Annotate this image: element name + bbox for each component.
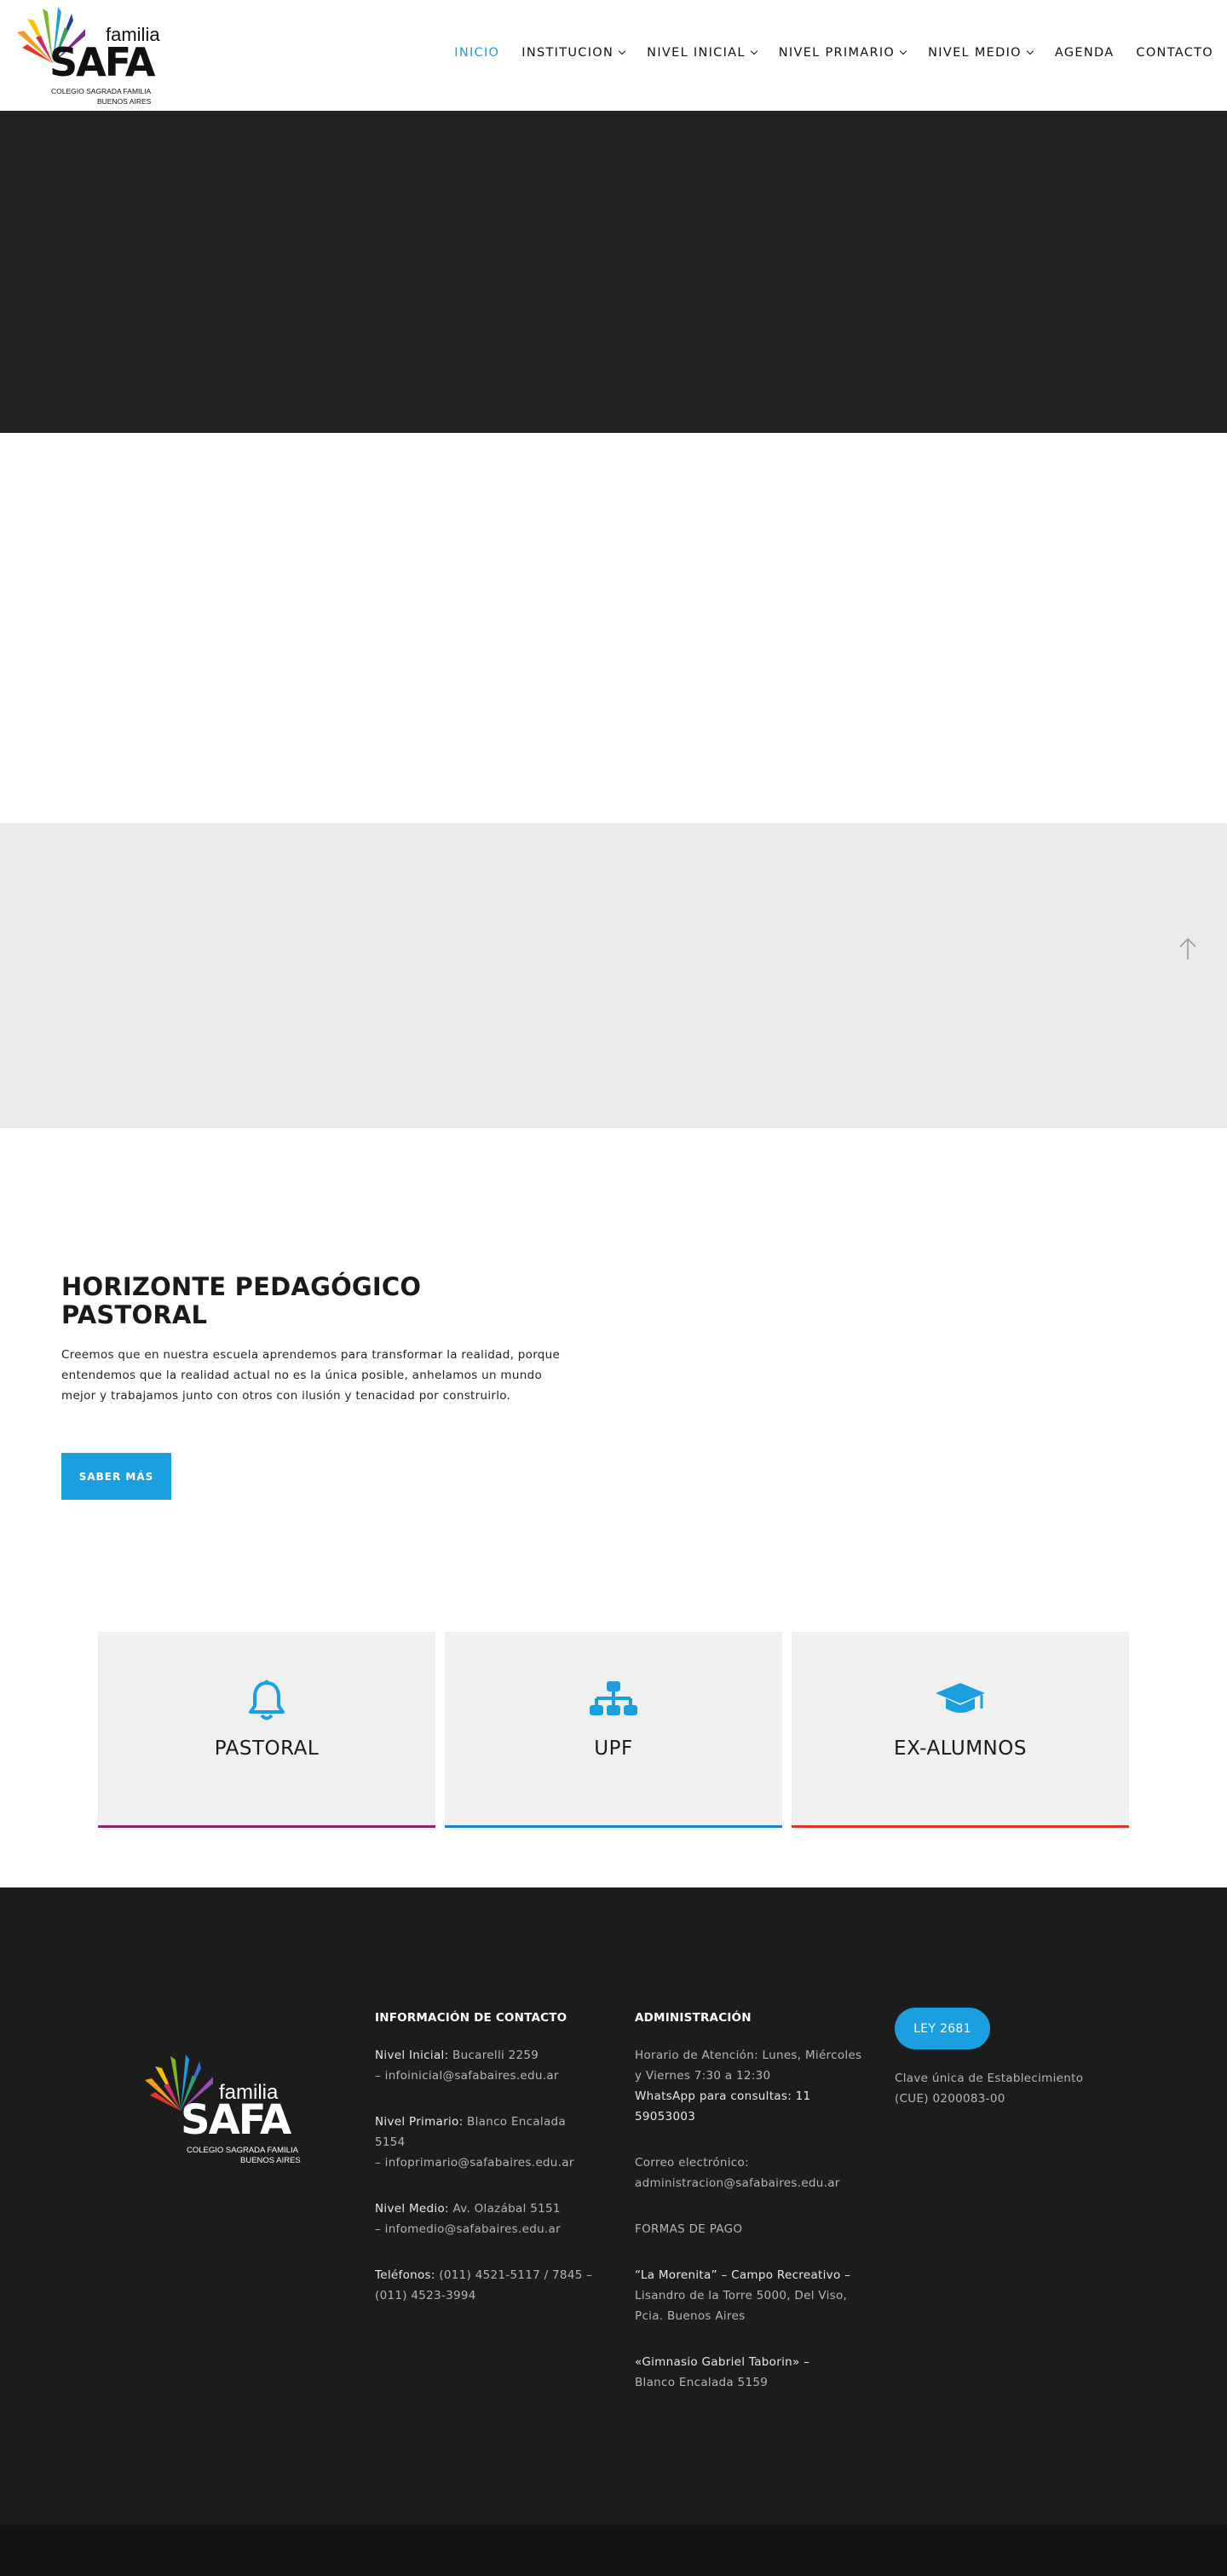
nav-label: INSTITUCION (521, 46, 614, 60)
correo-label: Correo electrónico: (635, 2156, 749, 2170)
email-link[interactable]: – infoinicial@safabaires.edu.ar (375, 2069, 559, 2083)
feature-cards: PASTORAL UPF EX-ALUMNOS (98, 1632, 1129, 1828)
place-name: «Gimnasio Gabriel Taborin» – (635, 2355, 810, 2369)
contact-nivel-primario: Nivel Primario: Blanco Encalada 5154 – i… (375, 2112, 596, 2173)
footer-ley-column: LEY 2681 Clave única de Establecimiento … (895, 2008, 1116, 2135)
label: Nivel Medio: (375, 2202, 449, 2216)
footer-bottom-bar (0, 2525, 1227, 2576)
email-link[interactable]: – infomedio@safabaires.edu.ar (375, 2222, 561, 2236)
nav-item-nivel-inicial[interactable]: NIVEL INICIAL (647, 46, 758, 60)
logo-subtitle: COLEGIO SAGRADA FAMILIA (51, 87, 152, 95)
formas-de-pago: FORMAS DE PAGO (635, 2222, 743, 2236)
admin-horario: Horario de Atención: Lunes, Miércoles y … (635, 2045, 865, 2127)
email-link[interactable]: administracion@safabaires.edu.ar (635, 2176, 840, 2190)
chevron-down-icon (899, 47, 907, 55)
card-label: PASTORAL (214, 1738, 320, 1760)
logo-subtitle: COLEGIO SAGRADA FAMILIA (187, 2146, 298, 2155)
logo-city: BUENOS AIRES (97, 97, 152, 106)
footer-admin-heading: ADMINISTRACIÓN (635, 2011, 752, 2025)
whatsapp-text: WhatsApp para consultas: 11 59053003 (635, 2089, 811, 2124)
nav-label: AGENDA (1054, 46, 1115, 60)
main-nav: INICIO INSTITUCION NIVEL INICIAL NIVEL P… (432, 46, 1213, 60)
admin-correo: Correo electrónico: administracion@safab… (635, 2152, 865, 2193)
place-address: Blanco Encalada 5159 (635, 2376, 769, 2389)
nav-item-nivel-medio[interactable]: NIVEL MEDIO (928, 46, 1034, 60)
scroll-to-top-arrow-icon[interactable] (1178, 936, 1198, 961)
card-accent-bar (98, 1825, 435, 1828)
sitemap-icon (590, 1681, 637, 1715)
chevron-down-icon (618, 47, 626, 55)
contact-nivel-inicial: Nivel Inicial: Bucarelli 2259 – infoinic… (375, 2045, 596, 2086)
address: Av. Olazábal 5151 (452, 2202, 561, 2216)
chevron-down-icon (750, 47, 758, 55)
label: Nivel Primario: (375, 2115, 464, 2129)
contact-nivel-medio: Nivel Medio: Av. Olazábal 5151 – infomed… (375, 2199, 596, 2239)
card-upf[interactable]: UPF (445, 1632, 782, 1828)
graduation-cap-icon (936, 1683, 985, 1713)
nav-label: NIVEL INICIAL (647, 46, 746, 60)
logo-safa-text: SAFA (181, 2096, 291, 2144)
nav-item-contacto[interactable]: CONTACTO (1136, 46, 1213, 60)
label: Nivel Inicial: (375, 2049, 449, 2062)
site-header: familia SAFA COLEGIO SAGRADA FAMILIA BUE… (0, 0, 1227, 111)
nav-item-agenda[interactable]: AGENDA (1055, 46, 1115, 60)
place-address: Lisandro de la Torre 5000, Del Viso, Pci… (635, 2289, 848, 2323)
logo-safa-text: SAFA (49, 39, 155, 85)
card-accent-bar (792, 1825, 1129, 1828)
place-name: “La Morenita” – Campo Recreativo – (635, 2268, 851, 2282)
horario-text: Horario de Atención: Lunes, Miércoles y … (635, 2049, 862, 2083)
nav-label: CONTACTO (1136, 46, 1213, 60)
gray-band-section (0, 823, 1227, 1128)
footer-admin-column: ADMINISTRACIÓN Horario de Atención: Lune… (635, 2008, 865, 2418)
admin-morenita: “La Morenita” – Campo Recreativo – Lisan… (635, 2265, 865, 2326)
card-ex-alumnos[interactable]: EX-ALUMNOS (792, 1632, 1129, 1828)
footer-contact-column: INFORMACIÓN DE CONTACTO Nivel Inicial: B… (375, 2008, 596, 2331)
contact-telefonos: Teléfonos: (011) 4521-5117 / 7845 – (011… (375, 2265, 596, 2306)
site-footer (0, 1887, 1227, 2525)
logo-city: BUENOS AIRES (240, 2156, 301, 2165)
card-label: EX-ALUMNOS (894, 1738, 1027, 1760)
chevron-down-icon (1026, 47, 1034, 55)
footer-contact-heading: INFORMACIÓN DE CONTACTO (375, 2011, 567, 2025)
card-label: UPF (594, 1738, 633, 1760)
card-accent-bar (445, 1825, 782, 1828)
horizonte-title: HORIZONTE PEDAGÓGICO PASTORAL (61, 1272, 422, 1329)
nav-label: NIVEL MEDIO (928, 46, 1022, 60)
horizonte-text: Creemos que en nuestra escuela aprendemo… (61, 1348, 561, 1403)
footer-logo[interactable]: familia SAFA COLEGIO SAGRADA FAMILIA BUE… (138, 2047, 301, 2175)
admin-gimnasio: «Gimnasio Gabriel Taborin» – Blanco Enca… (635, 2352, 865, 2393)
cue-text: Clave única de Establecimiento (CUE) 020… (895, 2072, 1084, 2106)
nav-item-nivel-primario[interactable]: NIVEL PRIMARIO (778, 46, 907, 60)
ley-2681-button[interactable]: LEY 2681 (895, 2008, 990, 2049)
card-pastoral[interactable]: PASTORAL (98, 1632, 435, 1828)
nav-label: NIVEL PRIMARIO (778, 46, 896, 60)
hero-slider (0, 111, 1227, 433)
bell-icon (249, 1680, 285, 1720)
saber-mas-button[interactable]: SABER MÁS (61, 1453, 171, 1500)
nav-label: INICIO (454, 46, 500, 60)
address: Bucarelli 2259 (452, 2049, 539, 2062)
nav-item-inicio[interactable]: INICIO (454, 46, 499, 60)
label: Teléfonos: (375, 2268, 435, 2282)
nav-item-institucion[interactable]: INSTITUCION (521, 46, 626, 60)
content-section (0, 433, 1227, 823)
email-link[interactable]: – infoprimario@safabaires.edu.ar (375, 2156, 574, 2170)
site-logo[interactable]: familia SAFA COLEGIO SAGRADA FAMILIA BUE… (10, 3, 160, 109)
